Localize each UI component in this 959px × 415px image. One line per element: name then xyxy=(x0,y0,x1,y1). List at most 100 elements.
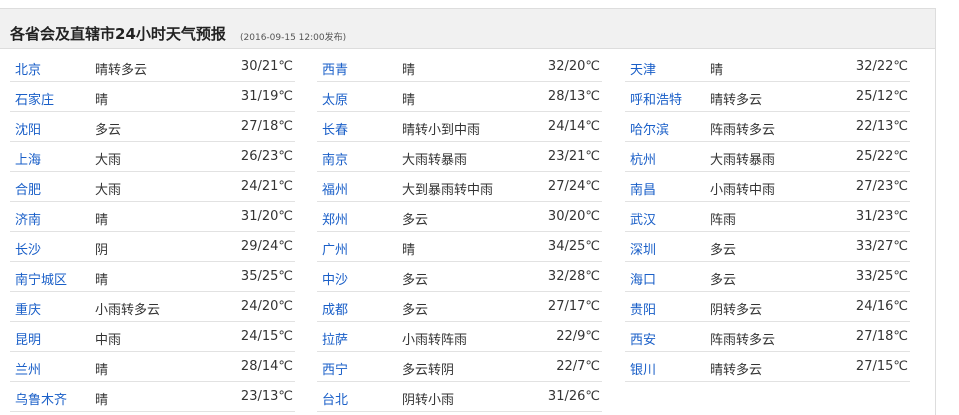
forecast-cell: 太原 晴 28/13℃ xyxy=(317,83,602,112)
table-row: 合肥 大雨 24/21℃ 福州 大到暴雨转中雨 27/24℃ 南昌 小雨转中雨 27/23℃ xyxy=(10,173,910,203)
city-link[interactable]: 北京 xyxy=(15,59,41,78)
temperature-text: 22/13℃ xyxy=(855,119,908,134)
weather-text: 阵雨 xyxy=(710,213,737,228)
forecast-cell: 成都 多云 27/17℃ xyxy=(317,293,602,322)
table-row: 石家庄 晴 31/19℃ 太原 晴 28/13℃ 呼和浩特 晴转多云 25/12℃ xyxy=(10,83,910,113)
weather-text: 大到暴雨转中雨 xyxy=(402,183,494,198)
city-link[interactable]: 台北 xyxy=(322,389,348,408)
forecast-cell: 杭州 大雨转暴雨 25/22℃ xyxy=(625,143,910,172)
city-link[interactable]: 武汉 xyxy=(630,209,656,228)
city-link[interactable]: 天津 xyxy=(630,59,656,78)
city-link[interactable]: 太原 xyxy=(322,89,348,108)
panel-header: 各省会及直辖市24小时天气预报 (2016-09-15 12:00发布) xyxy=(0,9,935,49)
forecast-cell: 拉萨 小雨转阵雨 22/9℃ xyxy=(317,323,602,352)
city-link[interactable]: 重庆 xyxy=(15,299,41,318)
forecast-table: 北京 晴转多云 30/21℃ 西青晴 32/20℃ 天津晴 32/22℃ 石家庄晴 31/19℃… xyxy=(10,53,910,413)
city-link[interactable]: 郑州 xyxy=(322,209,348,228)
temperature-text: 27/18℃ xyxy=(240,119,293,134)
temperature-text: 24/20℃ xyxy=(240,299,293,314)
temperature-text: 27/15℃ xyxy=(855,359,908,374)
weather-text: 阴 xyxy=(95,243,109,258)
forecast-cell: 重庆 小雨转多云 24/20℃ xyxy=(10,293,295,322)
temperature-text: 32/22℃ xyxy=(855,59,908,74)
city-link[interactable]: 成都 xyxy=(322,299,348,318)
temperature-text: 31/20℃ xyxy=(240,209,293,224)
city-link[interactable]: 长春 xyxy=(322,119,348,138)
table-row: 昆明 中雨 24/15℃ 拉萨 小雨转阵雨 22/9℃ 西安 阵雨转多云 27/18℃ xyxy=(10,323,910,353)
temperature-text: 30/21℃ xyxy=(240,59,293,74)
city-link[interactable]: 杭州 xyxy=(630,149,656,168)
weather-text: 多云 xyxy=(402,213,429,228)
temperature-text: 32/20℃ xyxy=(547,59,600,74)
temperature-text: 27/23℃ xyxy=(855,179,908,194)
table-row: 重庆 小雨转多云 24/20℃ 成都 多云 27/17℃ 贵阳 阴转多云 24/16℃ xyxy=(10,293,910,323)
temperature-text: 25/22℃ xyxy=(855,149,908,164)
city-link[interactable]: 贵阳 xyxy=(630,299,656,318)
temperature-text: 25/12℃ xyxy=(855,89,908,104)
temperature-text: 22/9℃ xyxy=(556,329,600,344)
weather-text: 晴 xyxy=(402,243,416,258)
table-row: 乌鲁木齐 晴 23/13℃ 台北 阴转小雨 31/26℃ xyxy=(10,383,910,413)
city-link[interactable]: 广州 xyxy=(322,239,348,258)
city-link[interactable]: 深圳 xyxy=(630,239,656,258)
weather-text: 大雨转暴雨 xyxy=(402,153,468,168)
weather-text: 阵雨转多云 xyxy=(710,123,776,138)
city-link[interactable]: 济南 xyxy=(15,209,41,228)
forecast-cell: 哈尔滨 阵雨转多云 22/13℃ xyxy=(625,113,910,142)
temperature-text: 28/14℃ xyxy=(240,359,293,374)
forecast-cell: 西安 阵雨转多云 27/18℃ xyxy=(625,323,910,352)
weather-text: 多云 xyxy=(402,303,429,318)
temperature-text: 32/28℃ xyxy=(547,269,600,284)
city-link[interactable]: 西宁 xyxy=(322,359,348,378)
weather-text: 晴转多云 xyxy=(95,63,148,78)
weather-text: 大雨转暴雨 xyxy=(710,153,776,168)
forecast-cell: 中沙 多云 32/28℃ xyxy=(317,263,602,292)
city-link[interactable]: 南京 xyxy=(322,149,348,168)
temperature-text: 24/15℃ xyxy=(240,329,293,344)
city-link[interactable]: 兰州 xyxy=(15,359,41,378)
temperature-text: 33/25℃ xyxy=(855,269,908,284)
table-row: 南宁城区 晴 35/25℃ 中沙 多云 32/28℃ 海口 多云 33/25℃ xyxy=(10,263,910,293)
city-link[interactable]: 昆明 xyxy=(15,329,41,348)
weather-text: 晴转多云 xyxy=(710,363,763,378)
table-row: 济南 晴 31/20℃ 郑州 多云 30/20℃ 武汉 阵雨 31/23℃ xyxy=(10,203,910,233)
city-link[interactable]: 银川 xyxy=(630,359,656,378)
weather-text: 晴 xyxy=(710,63,724,78)
forecast-cell: 南宁城区 晴 35/25℃ xyxy=(10,263,295,292)
weather-text: 晴 xyxy=(95,393,109,408)
city-link[interactable]: 哈尔滨 xyxy=(630,119,669,138)
weather-text: 阵雨转多云 xyxy=(710,333,776,348)
city-link[interactable]: 拉萨 xyxy=(322,329,348,348)
city-link[interactable]: 海口 xyxy=(630,269,656,288)
city-link[interactable]: 合肥 xyxy=(15,179,41,198)
table-row: 长沙 阴 29/24℃ 广州 晴 34/25℃ 深圳 多云 33/27℃ xyxy=(10,233,910,263)
city-link[interactable]: 呼和浩特 xyxy=(630,89,682,108)
weather-text: 中雨 xyxy=(95,333,122,348)
city-link[interactable]: 乌鲁木齐 xyxy=(15,389,67,408)
table-row: 北京 晴转多云 30/21℃ 西青 晴 32/20℃ 天津 晴 32/22℃ xyxy=(10,53,910,83)
temperature-text: 34/25℃ xyxy=(547,239,600,254)
city-link[interactable]: 石家庄 xyxy=(15,89,54,108)
page-title: 各省会及直辖市24小时天气预报 xyxy=(10,25,226,43)
city-link[interactable]: 南昌 xyxy=(630,179,656,198)
temperature-text: 33/27℃ xyxy=(855,239,908,254)
city-link[interactable]: 南宁城区 xyxy=(15,269,67,288)
weather-text: 晴 xyxy=(402,93,416,108)
temperature-text: 24/21℃ xyxy=(240,179,293,194)
city-link[interactable]: 福州 xyxy=(322,179,348,198)
city-link[interactable]: 沈阳 xyxy=(15,119,41,138)
temperature-text: 27/18℃ xyxy=(855,329,908,344)
forecast-cell: 沈阳 多云 27/18℃ xyxy=(10,113,295,142)
city-link[interactable]: 长沙 xyxy=(15,239,41,258)
temperature-text: 30/20℃ xyxy=(547,209,600,224)
forecast-cell: 昆明 中雨 24/15℃ xyxy=(10,323,295,352)
weather-text: 小雨转阵雨 xyxy=(402,333,468,348)
city-link[interactable]: 西青 xyxy=(322,59,348,78)
city-link[interactable]: 上海 xyxy=(15,149,41,168)
temperature-text: 29/24℃ xyxy=(240,239,293,254)
weather-text: 晴 xyxy=(402,63,416,78)
city-link[interactable]: 中沙 xyxy=(322,269,348,288)
city-link[interactable]: 西安 xyxy=(630,329,656,348)
forecast-cell: 长春 晴转小到中雨 24/14℃ xyxy=(317,113,602,142)
temperature-text: 22/7℃ xyxy=(556,359,600,374)
